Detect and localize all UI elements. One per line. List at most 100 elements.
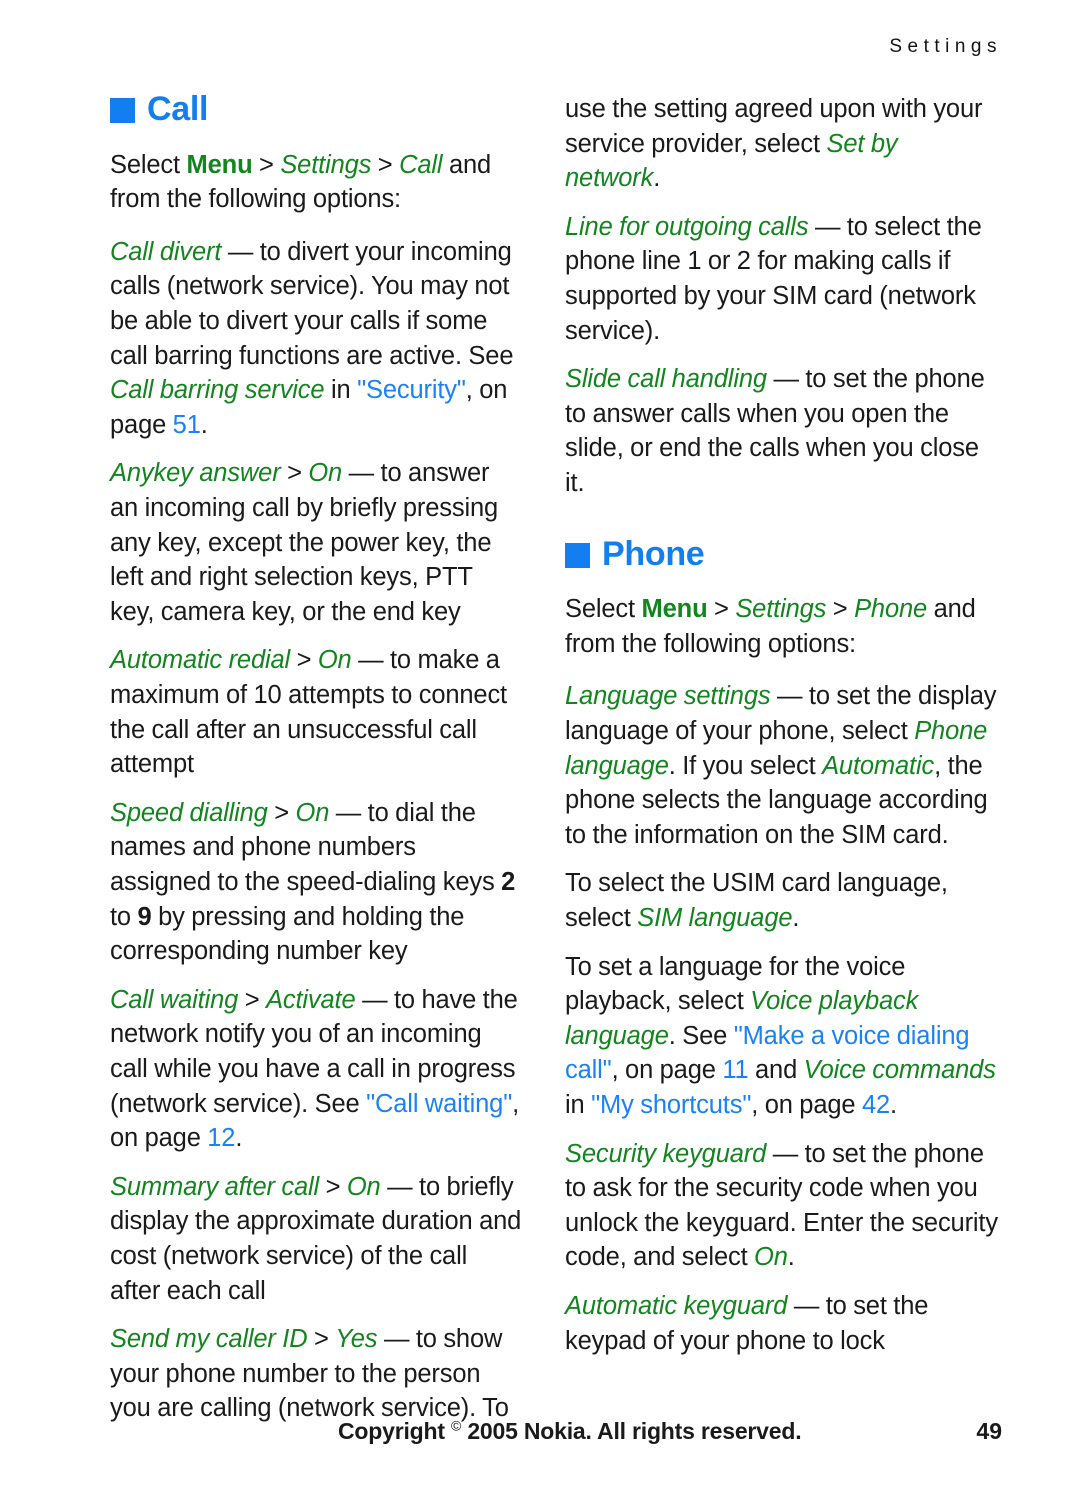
section-heading-phone: Phone bbox=[565, 534, 998, 573]
xref-security[interactable]: "Security" bbox=[357, 376, 466, 404]
term-activate: Activate bbox=[266, 985, 356, 1014]
term-send-my-caller-id: Send my caller ID bbox=[110, 1325, 308, 1354]
text-run: Select bbox=[565, 595, 642, 624]
term-call-divert: Call divert bbox=[110, 237, 222, 266]
paragraph-call-waiting: Call waiting > Activate — to have the ne… bbox=[110, 983, 522, 1156]
text-run: to bbox=[110, 902, 138, 931]
term-speed-dialling: Speed dialling bbox=[110, 798, 268, 827]
key-label-2: 2 bbox=[501, 867, 516, 896]
text-run: Copyright bbox=[338, 1418, 451, 1444]
text-run: > bbox=[371, 150, 400, 179]
paragraph-anykey-answer: Anykey answer > On — to answer an incomi… bbox=[110, 456, 522, 629]
term-line-for-outgoing-calls: Line for outgoing calls bbox=[565, 212, 809, 241]
text-run: Select bbox=[110, 150, 187, 179]
term-call-barring-service: Call barring service bbox=[110, 376, 325, 405]
page-footer: Copyright © 2005 Nokia. All rights reser… bbox=[0, 1418, 1080, 1452]
term-settings: Settings bbox=[735, 595, 827, 624]
paragraph-speed-dialling: Speed dialling > On — to dial the names … bbox=[110, 796, 522, 969]
paragraph-sim-language: To select the USIM card language, select… bbox=[565, 866, 998, 935]
text-run: 2005 Nokia. All rights reserved. bbox=[461, 1418, 802, 1444]
text-run: . bbox=[653, 164, 661, 193]
xref-page-42[interactable]: 42 bbox=[862, 1091, 890, 1119]
text-run: . bbox=[890, 1090, 897, 1119]
key-label-9: 9 bbox=[137, 902, 152, 931]
section-heading-call: Call bbox=[110, 90, 522, 128]
page-number: 49 bbox=[976, 1418, 1002, 1444]
text-run: > bbox=[238, 985, 267, 1014]
term-security-keyguard: Security keyguard bbox=[565, 1139, 767, 1168]
term-automatic-keyguard: Automatic keyguard bbox=[565, 1291, 788, 1320]
text-run: > bbox=[252, 150, 281, 179]
term-yes: Yes bbox=[335, 1325, 378, 1354]
text-run: in bbox=[324, 376, 358, 405]
text-run: > bbox=[307, 1325, 336, 1354]
text-run: by pressing and holding the correspondin… bbox=[110, 902, 465, 966]
term-automatic: Automatic bbox=[822, 751, 935, 780]
term-menu: Menu bbox=[641, 595, 708, 624]
paragraph-slide-call-handling: Slide call handling — to set the phone t… bbox=[565, 362, 998, 500]
manual-page: Settings Call Select Menu > Settings > C… bbox=[0, 0, 1080, 1496]
term-voice-commands: Voice commands bbox=[803, 1056, 996, 1085]
paragraph-summary-after-call: Summary after call > On — to briefly dis… bbox=[110, 1170, 522, 1308]
running-header: Settings bbox=[889, 36, 1002, 57]
text-run: > bbox=[267, 798, 296, 827]
paragraph-security-keyguard: Security keyguard — to set the phone to … bbox=[565, 1137, 998, 1275]
square-bullet-icon bbox=[565, 542, 590, 568]
xref-page-12[interactable]: 12 bbox=[207, 1124, 235, 1152]
text-run: and bbox=[748, 1056, 804, 1085]
text-run: > bbox=[826, 595, 855, 624]
text-run: . bbox=[235, 1124, 243, 1153]
right-column: use the setting agreed upon with your se… bbox=[540, 92, 1080, 1426]
text-run: , on page bbox=[611, 1056, 723, 1085]
text-run: > bbox=[707, 595, 736, 624]
term-slide-call-handling: Slide call handling bbox=[565, 365, 767, 394]
term-menu: Menu bbox=[186, 150, 253, 179]
text-run: in bbox=[565, 1090, 592, 1119]
paragraph-automatic-redial: Automatic redial > On — to make a maximu… bbox=[110, 643, 522, 781]
text-run: > bbox=[290, 646, 318, 675]
term-call-waiting: Call waiting bbox=[110, 985, 239, 1014]
term-phone: Phone bbox=[854, 595, 928, 624]
text-run: . bbox=[787, 1243, 795, 1272]
text-run: . See bbox=[668, 1021, 734, 1050]
section-heading-phone-label: Phone bbox=[602, 534, 705, 573]
term-on: On bbox=[308, 459, 343, 488]
text-run: > bbox=[319, 1172, 347, 1201]
term-on: On bbox=[317, 646, 352, 675]
term-summary-after-call: Summary after call bbox=[110, 1172, 320, 1201]
paragraph-line-for-outgoing-calls: Line for outgoing calls — to select the … bbox=[565, 210, 998, 348]
square-bullet-icon bbox=[110, 98, 135, 124]
term-language-settings: Language settings bbox=[565, 682, 771, 711]
left-column: Call Select Menu > Settings > Call and f… bbox=[0, 90, 540, 1426]
text-run: . If you select bbox=[668, 751, 823, 780]
paragraph-call-divert: Call divert — to divert your incoming ca… bbox=[110, 235, 522, 443]
copyright-symbol: © bbox=[451, 1417, 462, 1434]
xref-call-waiting[interactable]: "Call waiting" bbox=[366, 1090, 512, 1118]
text-run: . bbox=[792, 903, 800, 932]
page-columns: Call Select Menu > Settings > Call and f… bbox=[0, 90, 1080, 1426]
term-call: Call bbox=[399, 150, 443, 179]
xref-my-shortcuts[interactable]: "My shortcuts" bbox=[591, 1091, 751, 1119]
text-run: , on page bbox=[751, 1090, 862, 1119]
xref-page-51[interactable]: 51 bbox=[173, 411, 201, 439]
paragraph-call-intro: Select Menu > Settings > Call and from t… bbox=[110, 148, 522, 217]
paragraph-set-by-network: use the setting agreed upon with your se… bbox=[565, 92, 998, 196]
paragraph-automatic-keyguard: Automatic keyguard — to set the keypad o… bbox=[565, 1289, 998, 1358]
text-run: > bbox=[280, 459, 309, 488]
paragraph-send-my-caller-id: Send my caller ID > Yes — to show your p… bbox=[110, 1322, 522, 1426]
copyright-notice: Copyright © 2005 Nokia. All rights reser… bbox=[338, 1417, 802, 1445]
section-heading-call-label: Call bbox=[147, 90, 209, 128]
term-settings: Settings bbox=[280, 150, 372, 179]
term-sim-language: SIM language bbox=[637, 903, 793, 932]
term-automatic-redial: Automatic redial bbox=[110, 646, 291, 675]
term-on: On bbox=[346, 1172, 381, 1201]
term-on: On bbox=[754, 1243, 788, 1272]
text-run: use the setting agreed upon with your se… bbox=[565, 95, 983, 158]
term-on: On bbox=[295, 798, 330, 827]
text-run: . bbox=[200, 410, 208, 439]
paragraph-language-settings: Language settings — to set the display l… bbox=[565, 679, 998, 852]
term-anykey-answer: Anykey answer bbox=[110, 459, 281, 488]
xref-page-11[interactable]: 11 bbox=[722, 1056, 748, 1084]
paragraph-voice-playback-language: To set a language for the voice playback… bbox=[565, 950, 998, 1123]
paragraph-phone-intro: Select Menu > Settings > Phone and from … bbox=[565, 592, 998, 661]
